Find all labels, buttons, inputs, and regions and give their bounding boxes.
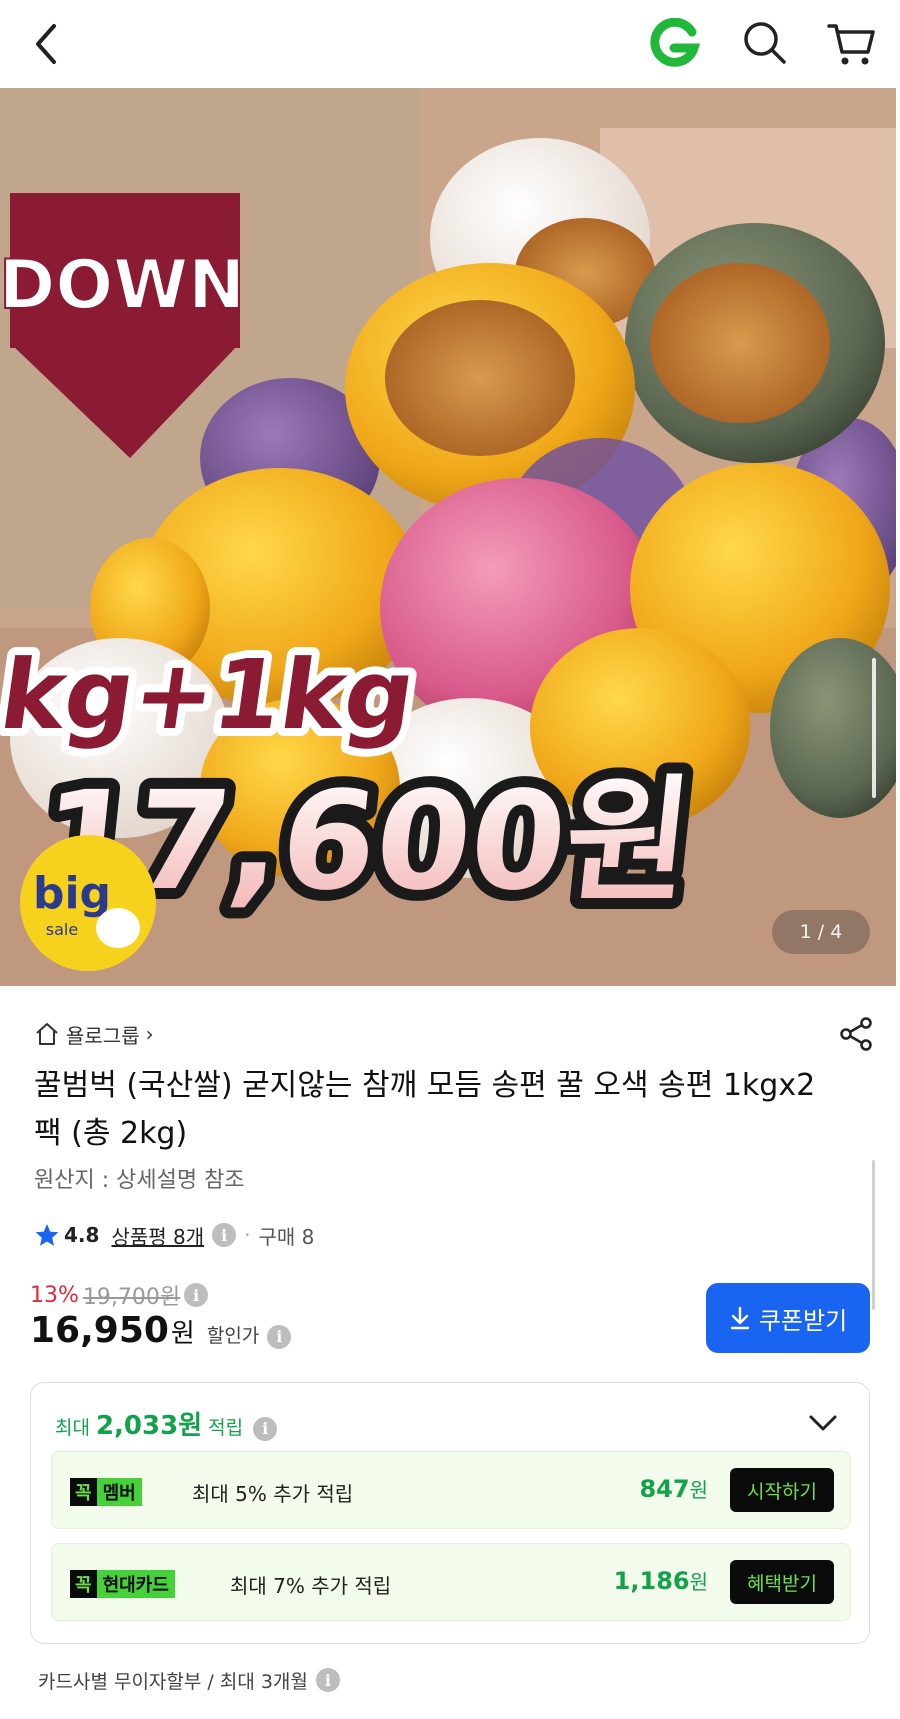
gmarket-g-logo[interactable] xyxy=(648,18,700,70)
reward-description: 최대 7% 추가 적립 xyxy=(230,1573,392,1598)
reward-points-unit: 원 xyxy=(689,1478,708,1502)
chevron-right-icon: › xyxy=(145,1022,154,1046)
chevron-down-icon[interactable] xyxy=(807,1409,839,1437)
installment-info: 카드사별 무이자할부 / 최대 3개월 i xyxy=(38,1664,340,1696)
carousel-page-indicator: 1 / 4 xyxy=(772,910,870,954)
rewards-prefix: 최대 xyxy=(55,1417,90,1439)
installment-text: 카드사별 무이자할부 / 최대 3개월 xyxy=(38,1670,308,1693)
separator-dot: · xyxy=(244,1223,251,1247)
origin-info: 원산지 : 상세설명 참조 xyxy=(34,1168,245,1193)
back-icon[interactable] xyxy=(26,20,66,68)
reward-points: 1,186 원 xyxy=(614,1566,708,1600)
start-button[interactable]: 시작하기 xyxy=(730,1468,834,1512)
reviews-link[interactable]: 상품평 8개 xyxy=(111,1221,204,1250)
info-icon[interactable]: i xyxy=(315,1668,340,1692)
info-icon[interactable]: i xyxy=(267,1324,292,1349)
reward-points: 847 원 xyxy=(639,1474,708,1508)
rating-row: 4.8 상품평 8개 i · 구매 8 xyxy=(34,1218,314,1252)
sale-price-label: 할인가 xyxy=(206,1325,260,1347)
star-icon xyxy=(35,1224,59,1246)
price-discount-row: 13% 19,700원 i xyxy=(30,1280,209,1310)
home-icon xyxy=(36,1023,58,1045)
rewards-max-amount: 2,033원 xyxy=(95,1411,203,1441)
reward-tag-prefix: 꼭 xyxy=(70,1478,97,1506)
top-bar xyxy=(0,0,900,88)
reward-points-value: 847 xyxy=(639,1475,690,1503)
rewards-panel: 최대 2,033원 적립 i 꼭 멤버 최대 5% 추가 적립 847 원 시작… xyxy=(30,1382,870,1644)
edge-divider xyxy=(896,88,900,986)
bunny-icon xyxy=(96,908,140,948)
info-icon[interactable]: i xyxy=(184,1283,209,1307)
cart-icon[interactable] xyxy=(826,18,878,70)
reward-tag-name: 멤버 xyxy=(96,1478,142,1506)
reward-tag: 꼭 멤버 xyxy=(70,1478,142,1506)
big-sale-bottom: sale xyxy=(46,920,78,939)
sale-price-unit: 원 xyxy=(170,1319,195,1349)
download-icon xyxy=(730,1306,750,1330)
reward-tag-prefix: 꼭 xyxy=(70,1570,97,1598)
promo-weight: 1kg+1kg xyxy=(0,638,422,750)
discount-rate: 13% xyxy=(30,1282,79,1308)
reward-points-unit: 원 xyxy=(689,1570,708,1594)
sale-price: 16,950 xyxy=(30,1310,169,1351)
reward-row-hyundai-card: 꼭 현대카드 최대 7% 추가 적립 1,186 원 혜택받기 xyxy=(51,1543,851,1621)
info-icon[interactable]: i xyxy=(212,1223,237,1247)
seller-name: 욜로그룹 xyxy=(66,1023,140,1048)
original-price: 19,700원 xyxy=(82,1285,181,1310)
purchase-count: 구매 8 xyxy=(258,1224,315,1249)
big-sale-top: big xyxy=(33,868,111,919)
scroll-thumb[interactable] xyxy=(872,658,876,798)
reward-tag: 꼭 현대카드 xyxy=(70,1570,175,1598)
search-icon[interactable] xyxy=(740,18,788,66)
reward-points-value: 1,186 xyxy=(613,1567,690,1595)
coupon-button[interactable]: 쿠폰받기 xyxy=(706,1283,870,1353)
coupon-button-label: 쿠폰받기 xyxy=(758,1306,848,1335)
sale-price-row: 16,950 원 할인가 i xyxy=(30,1310,292,1360)
get-benefit-button[interactable]: 혜택받기 xyxy=(730,1560,834,1604)
product-image-carousel[interactable]: DOWN 1kg+1kg 1kg+1kg 17,600원 17,600원 big… xyxy=(0,88,900,986)
reward-description: 최대 5% 추가 적립 xyxy=(192,1481,354,1506)
reward-tag-name: 현대카드 xyxy=(96,1570,175,1598)
rewards-suffix: 적립 xyxy=(208,1417,244,1439)
info-icon[interactable]: i xyxy=(253,1416,278,1441)
page-scrollbar[interactable] xyxy=(872,1160,875,1310)
product-title: 꿀범벅 (국산쌀) 굳지않는 참깨 모듬 송편 꿀 오색 송편 1kgx2팩 (… xyxy=(34,1068,816,1151)
down-badge-text: DOWN xyxy=(0,246,245,325)
reward-row-member: 꼭 멤버 최대 5% 추가 적립 847 원 시작하기 xyxy=(51,1451,851,1529)
rewards-summary[interactable]: 최대 2,033원 적립 i xyxy=(55,1405,278,1441)
product-photo: DOWN 1kg+1kg 1kg+1kg 17,600원 17,600원 big… xyxy=(0,88,900,986)
seller-link[interactable]: 욜로그룹 › xyxy=(34,1016,154,1052)
rating-score: 4.8 xyxy=(64,1223,100,1247)
share-icon[interactable] xyxy=(836,1014,876,1054)
